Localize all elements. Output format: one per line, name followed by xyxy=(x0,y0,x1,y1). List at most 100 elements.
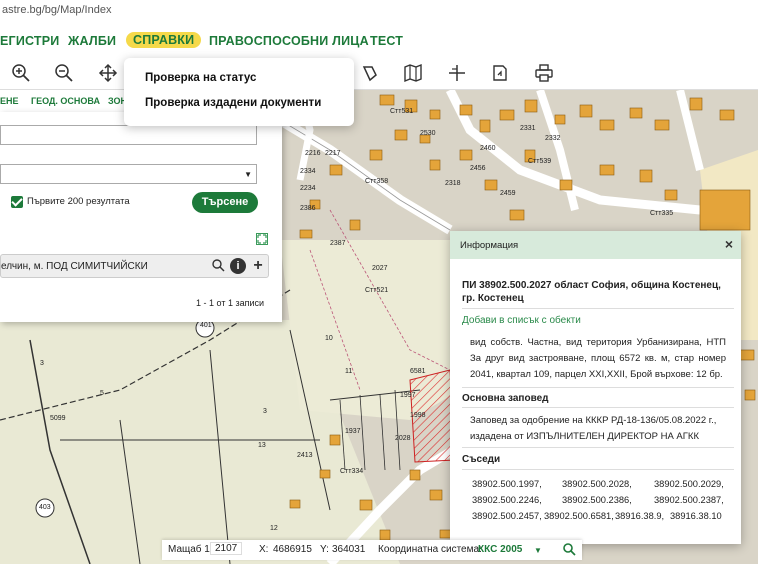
crs-select[interactable]: ККС 2005 xyxy=(478,544,522,555)
neighbor-item[interactable]: 38902.500.1997, xyxy=(472,476,542,492)
pan-icon[interactable] xyxy=(98,63,118,83)
parcel-label: 1937 xyxy=(345,428,361,435)
parcel-label: 1997 xyxy=(400,392,416,399)
parcel-label: 401 xyxy=(200,322,212,329)
neighbor-item[interactable]: 38902.500.2029, xyxy=(654,476,724,492)
street-label: Стт358 xyxy=(365,178,389,185)
add-icon[interactable]: + xyxy=(250,258,266,274)
parcel-label: 13 xyxy=(258,442,266,449)
parcel-label: 2460 xyxy=(480,145,496,152)
nav-registers[interactable]: ЕГИСТРИ xyxy=(0,34,59,48)
parcel-label: 2332 xyxy=(545,135,561,142)
parcel-label: 2387 xyxy=(330,240,346,247)
menu-item-status-check[interactable]: Проверка на статус xyxy=(145,72,256,84)
info-header: Информация × xyxy=(450,231,741,259)
parcel-label: 2216 xyxy=(305,150,321,157)
pagination-info: 1 - 1 от 1 записи xyxy=(196,298,265,308)
search-icon[interactable] xyxy=(210,258,226,274)
map-icon[interactable] xyxy=(403,63,423,83)
search-icon[interactable] xyxy=(562,542,576,559)
layer-tabs: ЕНЕ ГЕОД. ОСНОВА ЗОН xyxy=(0,90,130,112)
parcel-label: 2331 xyxy=(520,125,536,132)
neighbor-item[interactable]: 38902.500.2246, xyxy=(472,492,542,508)
add-to-list-link[interactable]: Добави в списък с обекти xyxy=(462,315,734,326)
crs-label: Координатна система: xyxy=(378,544,482,555)
parcel-label: 403 xyxy=(39,504,51,511)
neighbor-item[interactable]: 38902.500.2457, xyxy=(472,508,542,524)
parcel-label: 2028 xyxy=(395,435,411,442)
parcel-label: 10 xyxy=(325,335,333,342)
nav-references[interactable]: СПРАВКИ xyxy=(126,32,202,48)
references-dropdown: Проверка на статус Проверка издадени док… xyxy=(124,58,354,126)
order-heading: Основна заповед xyxy=(462,393,549,404)
nav-licensed-persons[interactable]: ПРАВОСПОСОБНИ ЛИЦА xyxy=(209,34,369,48)
street-label: Стт521 xyxy=(365,287,389,294)
street-label: Стт335 xyxy=(650,210,674,217)
neighbor-item[interactable]: 38902.500.6581, xyxy=(544,508,614,524)
parcel-label: 2027 xyxy=(372,265,388,272)
main-nav: ЕГИСТРИ ЖАЛБИ СПРАВКИ ПРАВОСПОСОБНИ ЛИЦА… xyxy=(0,28,758,54)
x-label: X: xyxy=(259,544,269,555)
chevron-down-icon: ▼ xyxy=(244,170,252,179)
street-label: Стт539 xyxy=(528,158,552,165)
neighbor-item[interactable]: 38902.500.2028, xyxy=(562,476,632,492)
parcel-label: 3 xyxy=(40,360,44,367)
neighbor-item[interactable]: 38902.500.2387, xyxy=(654,492,724,508)
parcel-label: 12 xyxy=(270,525,278,532)
chevron-down-icon[interactable]: ▼ xyxy=(534,546,542,555)
parcel-label: 3 xyxy=(263,408,267,415)
parcel-label: 11 xyxy=(345,368,353,375)
address-bar[interactable]: astre.bg/bg/Map/Index xyxy=(0,0,758,24)
parcel-label: 2386 xyxy=(300,205,316,212)
y-label: Y: xyxy=(320,544,329,555)
parcel-label: 2234 xyxy=(300,185,316,192)
parcel-label: 1998 xyxy=(410,412,426,419)
crosshair-icon[interactable] xyxy=(447,63,467,83)
zoom-out-icon[interactable] xyxy=(54,63,74,83)
parcel-label: 2318 xyxy=(445,180,461,187)
result-text: елчин, м. ПОД СИМИТЧИЙСКИ xyxy=(1,261,148,272)
tab-scene[interactable]: ЕНЕ xyxy=(0,96,19,106)
measure-icon[interactable] xyxy=(360,63,380,83)
parcel-label: 2456 xyxy=(470,165,486,172)
nav-test[interactable]: ТЕСТ xyxy=(370,34,403,48)
parcel-label: 6581 xyxy=(410,368,426,375)
parcel-label: 2459 xyxy=(500,190,516,197)
street-label: Стт334 xyxy=(340,468,364,475)
coordinate-statusbar: Мащаб 1: 2107 X: 4686915 Y: 364031 Коорд… xyxy=(162,540,582,560)
search-select[interactable]: ▼ xyxy=(0,164,257,184)
street-label: Стт531 xyxy=(390,108,414,115)
parcel-label: 5099 xyxy=(50,415,66,422)
print-icon[interactable] xyxy=(534,63,554,83)
zoom-in-icon[interactable] xyxy=(11,63,31,83)
first-200-checkbox[interactable] xyxy=(11,196,23,208)
result-row[interactable]: елчин, м. ПОД СИМИТЧИЙСКИ i + xyxy=(0,254,269,278)
checkbox-label: Първите 200 резултата xyxy=(27,196,130,207)
search-button[interactable]: Търсене xyxy=(192,192,258,213)
export-icon[interactable] xyxy=(490,63,510,83)
map-toolbar xyxy=(0,56,758,90)
neighbor-item[interactable]: 38916.38.10 xyxy=(670,508,722,524)
x-value: 4686915 xyxy=(273,544,312,555)
order-text: Заповед за одобрение на КККР РД-18-136/0… xyxy=(470,415,717,442)
scale-input[interactable]: 2107 xyxy=(210,542,243,555)
info-panel: Информация × ПИ 38902.500.2027 област Со… xyxy=(450,231,741,544)
parcel-description: вид собств. Частна, вид територия Урбани… xyxy=(470,337,726,380)
parcel-label: 2530 xyxy=(420,130,436,137)
nav-complaints[interactable]: ЖАЛБИ xyxy=(68,34,116,48)
scale-label: Мащаб 1: xyxy=(168,544,213,555)
parcel-label: 2217 xyxy=(325,150,341,157)
neighbor-item[interactable]: 38916.38.9, xyxy=(615,508,664,524)
info-header-title: Информация xyxy=(460,240,519,251)
close-icon[interactable]: × xyxy=(725,236,733,252)
neighbor-item[interactable]: 38902.500.2386, xyxy=(562,492,632,508)
parcel-title: ПИ 38902.500.2027 област София, община К… xyxy=(462,280,721,304)
info-icon[interactable]: i xyxy=(230,258,246,274)
menu-item-issued-docs[interactable]: Проверка издадени документи xyxy=(145,97,321,109)
search-panel: ▼ Първите 200 резултата Търсене елчин, м… xyxy=(0,112,282,322)
expand-icon[interactable] xyxy=(256,233,268,245)
y-value: 364031 xyxy=(332,544,366,555)
parcel-label: 2413 xyxy=(297,452,313,459)
search-field-1[interactable] xyxy=(0,125,257,145)
tab-geodetic-base[interactable]: ГЕОД. ОСНОВА xyxy=(31,96,100,106)
